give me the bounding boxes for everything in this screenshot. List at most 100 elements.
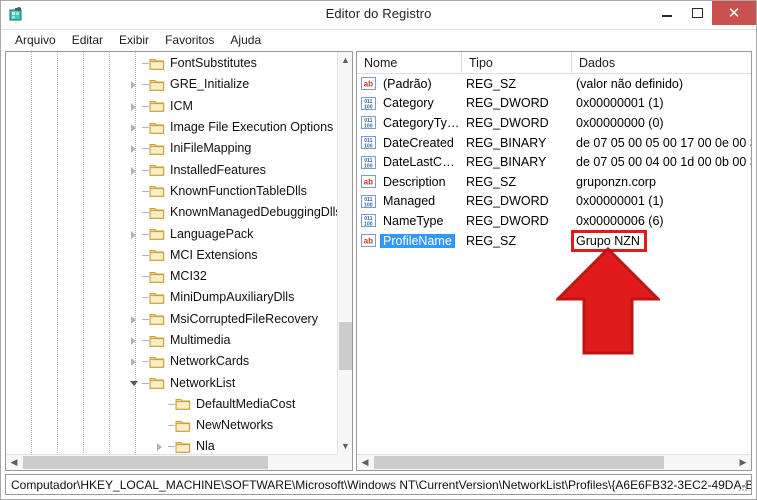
tree-item[interactable]: MCI Extensions	[6, 245, 337, 266]
cell-tipo: REG_SZ	[466, 76, 517, 91]
tree-item[interactable]: Multimedia	[6, 330, 337, 351]
table-row[interactable]: 011 100 Managed REG_DWORD 0x00000001 (1)	[357, 192, 751, 212]
folder-icon	[175, 440, 191, 454]
cell-tipo: REG_DWORD	[466, 194, 549, 209]
folder-icon	[149, 355, 165, 369]
cell-nome: 011 100 Category	[357, 96, 462, 110]
column-header-tipo[interactable]: Tipo	[462, 52, 572, 73]
close-button[interactable]: ✕	[712, 1, 756, 25]
tree-vertical-scrollbar[interactable]: ▲ ▼	[337, 52, 352, 454]
tree-item[interactable]: NewNetworks	[6, 415, 337, 436]
column-header-dados[interactable]: Dados	[572, 52, 751, 73]
binary-value-icon: 011 100	[361, 136, 376, 150]
tree-connector-line	[142, 169, 149, 171]
cell-nome: ab ProfileName	[357, 233, 462, 248]
tree-item[interactable]: Nla	[6, 436, 337, 454]
table-row[interactable]: ab Description REG_SZ gruponzn.corp	[357, 172, 751, 192]
expand-arrow-icon[interactable]	[128, 330, 142, 351]
tree-item[interactable]: KnownFunctionTableDlls	[6, 181, 337, 202]
tree-item[interactable]: FontSubstitutes	[6, 53, 337, 74]
table-row[interactable]: ab (Padrão) REG_SZ (valor não definido)	[357, 74, 751, 94]
tree-item-label: DefaultMediaCost	[196, 396, 296, 411]
tree-item[interactable]: IniFileMapping	[6, 138, 337, 159]
tree-scroll-down-icon[interactable]: ▼	[338, 438, 352, 454]
tree-item[interactable]: GRE_Initialize	[6, 74, 337, 95]
values-scroll-right-icon[interactable]: ▶	[735, 455, 751, 470]
minimize-button[interactable]	[652, 1, 682, 25]
expand-arrow-icon[interactable]	[128, 138, 142, 159]
tree-item[interactable]: KnownManagedDebuggingDlls	[6, 202, 337, 223]
expand-arrow-icon[interactable]	[128, 74, 142, 95]
string-value-icon: ab	[361, 175, 376, 189]
tree-vscroll-thumb[interactable]	[339, 322, 352, 370]
values-horizontal-scrollbar[interactable]: ◀ ▶	[357, 454, 751, 470]
tree-item[interactable]: Image File Execution Options	[6, 117, 337, 138]
menu-favoritos[interactable]: Favoritos	[157, 32, 222, 48]
table-row[interactable]: 011 100 CategoryType REG_DWORD 0x00000000 (0…	[357, 113, 751, 133]
tree-item[interactable]: InstalledFeatures	[6, 159, 337, 180]
tree-item-label: KnownFunctionTableDlls	[170, 183, 307, 198]
menu-ajuda[interactable]: Ajuda	[222, 32, 269, 48]
svg-text:ab: ab	[364, 80, 373, 89]
tree-connector-line	[168, 446, 175, 448]
expand-arrow-icon[interactable]	[128, 117, 142, 138]
expand-arrow-icon[interactable]	[128, 351, 142, 372]
tree-item[interactable]: NetworkCards	[6, 351, 337, 372]
tree-item[interactable]: LanguagePack	[6, 223, 337, 244]
tree-connector-line	[142, 105, 149, 107]
menu-exibir[interactable]: Exibir	[111, 32, 157, 48]
tree-item[interactable]: ICM	[6, 96, 337, 117]
maximize-icon	[691, 8, 703, 18]
cell-nome: 011100 DateLastConnec...	[357, 155, 462, 169]
svg-text:100: 100	[364, 202, 373, 208]
tree-scroll-left-icon[interactable]: ◀	[6, 455, 22, 470]
table-row[interactable]: 011 100 NameType REG_DWORD 0x00000006 (6)	[357, 211, 751, 231]
cell-tipo: REG_DWORD	[466, 96, 549, 111]
table-row[interactable]: 011 100 Category REG_DWORD 0x00000001 (1)	[357, 94, 751, 114]
tree-item-label: NetworkCards	[170, 354, 250, 369]
maximize-button[interactable]	[682, 1, 712, 25]
tree-item[interactable]: NetworkList	[6, 372, 337, 393]
values-list[interactable]: ab (Padrão) REG_SZ (valor não definido) 011 1…	[357, 74, 751, 454]
tree-item-label: InstalledFeatures	[170, 162, 266, 177]
svg-text:100: 100	[364, 124, 373, 130]
menu-editar[interactable]: Editar	[64, 32, 111, 48]
folder-icon	[149, 376, 165, 390]
tree-hscroll-thumb[interactable]	[23, 456, 268, 469]
table-row[interactable]: 011100 DateLastConnec... REG_BINARY de 07 0…	[357, 152, 751, 172]
values-hscroll-thumb[interactable]	[374, 456, 664, 469]
svg-text:100: 100	[364, 143, 373, 149]
column-header-nome[interactable]: Nome	[357, 52, 462, 73]
resize-grip-icon[interactable]	[737, 481, 749, 493]
menu-arquivo[interactable]: Arquivo	[7, 32, 64, 48]
value-name: CategoryType	[383, 115, 461, 130]
tree-item-label: NetworkList	[170, 375, 236, 390]
svg-text:ab: ab	[364, 178, 373, 187]
values-scroll-left-icon[interactable]: ◀	[357, 455, 373, 470]
tree-item[interactable]: DefaultMediaCost	[6, 394, 337, 415]
expand-arrow-icon[interactable]	[154, 436, 168, 454]
registry-tree[interactable]: FontSubstitutes GRE_Initialize ICM Image Fi…	[6, 52, 337, 454]
folder-icon	[149, 227, 165, 241]
tree-connector-line	[168, 425, 175, 427]
table-row[interactable]: 011 100 DateCreated REG_BINARY de 07 05 00 0…	[357, 133, 751, 153]
expand-arrow-icon[interactable]	[128, 309, 142, 330]
table-row-selected[interactable]: ab ProfileName REG_SZ Grupo NZN	[357, 231, 751, 251]
expand-arrow-icon[interactable]	[128, 224, 142, 245]
expand-arrow-icon[interactable]	[128, 160, 142, 181]
tree-horizontal-scrollbar[interactable]: ◀ ▶	[6, 454, 352, 470]
tree-item[interactable]: MCI32	[6, 266, 337, 287]
collapse-arrow-icon[interactable]	[128, 373, 142, 394]
cell-tipo: REG_BINARY	[466, 155, 547, 170]
cell-tipo: REG_DWORD	[466, 213, 549, 228]
tree-scroll-up-icon[interactable]: ▲	[338, 52, 352, 68]
value-name: Managed	[383, 194, 436, 209]
expand-arrow-icon[interactable]	[128, 96, 142, 117]
tree-item[interactable]: MsiCorruptedFileRecovery	[6, 309, 337, 330]
tree-item-label: MiniDumpAuxiliaryDlls	[170, 290, 295, 305]
tree-item[interactable]: MiniDumpAuxiliaryDlls	[6, 287, 337, 308]
